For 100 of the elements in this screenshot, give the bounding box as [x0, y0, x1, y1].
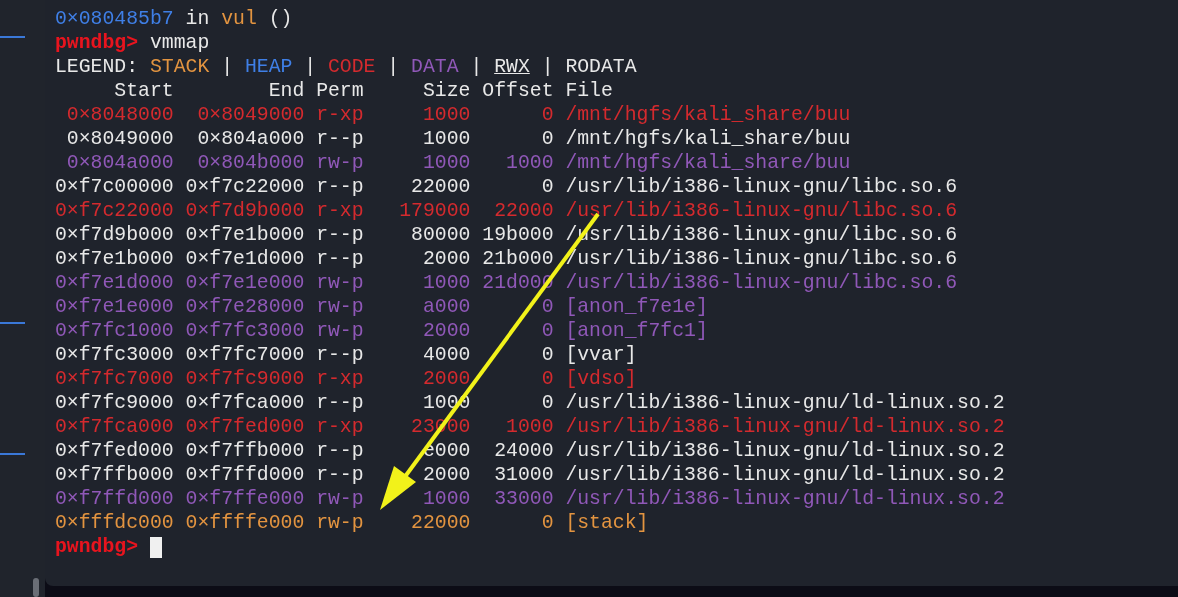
table-cell-text: 21b000: [481, 247, 554, 271]
table-cell-text: 1000: [421, 103, 471, 127]
sidebar-marker: [0, 453, 25, 455]
sidebar-marker: [0, 36, 25, 38]
table-cell: r-xp: [316, 103, 364, 127]
table-cell: r--p: [316, 439, 364, 463]
scrollbar[interactable]: [33, 578, 39, 597]
separator-text: |: [304, 55, 317, 79]
table-cell: /usr/lib/i386-linux-gnu/ld-linux.so.2: [565, 439, 1005, 463]
table-cell: 0×f7e1d000: [55, 271, 174, 295]
table-cell-text: 0: [540, 367, 554, 391]
table-cell: 0×fffdc000: [55, 511, 174, 535]
table-cell: /usr/lib/i386-linux-gnu/libc.so.6: [565, 175, 958, 199]
sidebar-marker: [0, 322, 25, 324]
table-cell: 0×ffffe000: [185, 511, 305, 535]
table-cell-text: 0: [540, 511, 554, 535]
table-cell: /usr/lib/i386-linux-gnu/ld-linux.so.2: [565, 391, 1005, 415]
table-cell: r--p: [316, 175, 364, 199]
table-cell-text: 2000: [421, 367, 471, 391]
table-cell-text: 22000: [493, 199, 554, 223]
table-cell: 0×f7ffb000: [185, 439, 305, 463]
table-cell: 0×f7fed000: [185, 415, 305, 439]
table-cell: 0×f7fc3000: [185, 319, 305, 343]
column-header: Offset: [481, 79, 554, 103]
table-cell: /usr/lib/i386-linux-gnu/ld-linux.so.2: [565, 463, 1005, 487]
table-cell: 0×f7c22000: [185, 175, 305, 199]
table-cell-text: 0: [540, 175, 554, 199]
table-cell-text: 0×804a000: [196, 127, 305, 151]
table-cell: /usr/lib/i386-linux-gnu/ld-linux.so.2: [565, 415, 1005, 439]
table-cell: /usr/lib/i386-linux-gnu/libc.so.6: [565, 247, 958, 271]
table-cell-text: 0×8049000: [65, 127, 174, 151]
table-cell: rw-p: [316, 511, 364, 535]
table-cell: 0×f7ffb000: [55, 463, 174, 487]
table-cell-text: 0×8048000: [65, 103, 174, 127]
table-cell: rw-p: [316, 271, 364, 295]
table-cell-text: 33000: [493, 487, 554, 511]
table-cell: r--p: [316, 463, 364, 487]
table-cell: [anon_f7e1e]: [565, 295, 708, 319]
separator-text: |: [470, 55, 483, 79]
table-cell: 0×f7c00000: [55, 175, 174, 199]
table-cell: r--p: [316, 391, 364, 415]
table-cell: rw-p: [316, 487, 364, 511]
address-text: 0×080485b7: [55, 7, 174, 31]
table-cell-text: 2000: [421, 247, 471, 271]
legend-label: LEGEND:: [55, 55, 139, 79]
table-cell: /usr/lib/i386-linux-gnu/ld-linux.so.2: [565, 487, 1005, 511]
table-cell: rw-p: [316, 295, 364, 319]
table-cell: 0×f7ffd000: [185, 463, 305, 487]
table-cell-text: 1000: [421, 151, 471, 175]
table-cell: 0×f7fca000: [55, 415, 174, 439]
table-cell: 0×f7ffe000: [185, 487, 305, 511]
table-cell-text: 0: [540, 103, 554, 127]
table-cell: [vdso]: [565, 367, 637, 391]
table-cell-text: 1000: [505, 415, 554, 439]
table-cell: 0×f7fc1000: [55, 319, 174, 343]
table-cell-text: 2000: [421, 463, 471, 487]
table-cell: 0×f7fc7000: [185, 343, 305, 367]
command-text: vmmap: [149, 31, 210, 55]
table-cell: rw-p: [316, 151, 364, 175]
table-cell-text: 1000: [421, 487, 471, 511]
column-header: Size: [421, 79, 471, 103]
table-cell: [anon_f7fc1]: [565, 319, 708, 343]
table-cell: rw-p: [316, 319, 364, 343]
table-cell: /mnt/hgfs/kali_share/buu: [565, 103, 851, 127]
table-cell: r--p: [316, 223, 364, 247]
table-cell-text: 1000: [505, 151, 554, 175]
table-cell-text: 22000: [410, 175, 471, 199]
table-cell: 0×f7e1b000: [185, 223, 305, 247]
table-cell-text: 0×804b000: [196, 151, 305, 175]
separator-text: |: [387, 55, 400, 79]
table-cell: /mnt/hgfs/kali_share/buu: [565, 151, 851, 175]
keyword-text: in: [185, 7, 210, 31]
table-cell-text: 24000: [493, 439, 554, 463]
legend-item: CODE: [328, 55, 376, 79]
table-cell: 0×f7fca000: [185, 391, 305, 415]
table-cell-text: 31000: [493, 463, 554, 487]
table-cell-text: 0: [540, 343, 554, 367]
table-cell-text: 80000: [410, 223, 471, 247]
table-cell-text: 1000: [421, 127, 471, 151]
table-cell-text: 179000: [398, 199, 471, 223]
table-cell: r--p: [316, 247, 364, 271]
table-cell: 0×f7ffd000: [55, 487, 174, 511]
table-cell: 0×f7c22000: [55, 199, 174, 223]
function-name: vul: [221, 7, 257, 31]
table-cell-text: 4000: [421, 343, 471, 367]
table-cell-text: a000: [421, 295, 471, 319]
prompt-text: pwndbg>: [55, 535, 139, 559]
table-cell-text: 2000: [421, 319, 471, 343]
separator-text: |: [541, 55, 554, 79]
table-cell: /usr/lib/i386-linux-gnu/libc.so.6: [565, 199, 958, 223]
table-cell: r-xp: [316, 367, 364, 391]
legend-item: STACK: [149, 55, 210, 79]
table-cell-text: 0×8049000: [196, 103, 305, 127]
table-cell: r-xp: [316, 415, 364, 439]
table-cell: 0×f7e1b000: [55, 247, 174, 271]
legend-item: DATA: [411, 55, 459, 79]
table-cell: 0×f7fc3000: [55, 343, 174, 367]
args-text: (): [268, 7, 293, 31]
table-cell: [stack]: [565, 511, 649, 535]
legend-item: RWX: [494, 55, 530, 79]
